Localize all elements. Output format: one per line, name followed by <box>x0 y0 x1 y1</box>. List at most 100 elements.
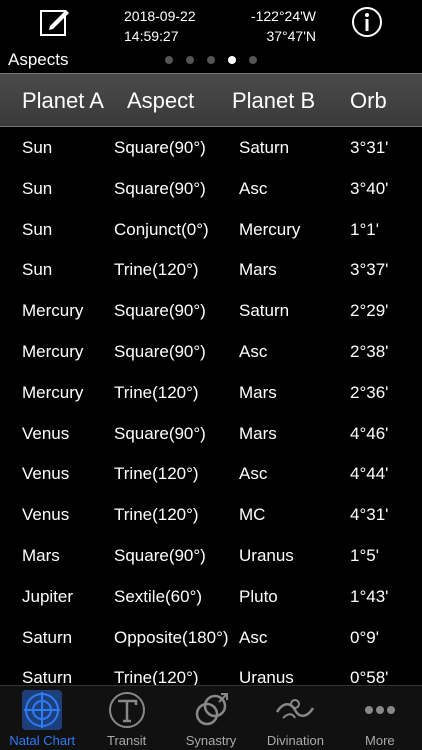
tab-more[interactable]: More <box>338 686 422 750</box>
header-orb: Orb <box>350 88 387 113</box>
cell-aspect: Square(90°) <box>114 178 206 198</box>
page-dot[interactable] <box>165 56 173 64</box>
cell-aspect: Opposite(180°) <box>114 627 229 647</box>
cell-planet-a: Sun <box>22 138 53 157</box>
table-row[interactable]: Sun Trine(120°) Mars 3°37' <box>0 249 422 290</box>
cell-orb: 1°1' <box>350 219 379 239</box>
cell-planet-a: Mercury <box>22 382 84 402</box>
cell-planet-b: Uranus <box>239 545 294 565</box>
cell-orb: 0°58' <box>350 668 389 685</box>
cell-orb: 1°5' <box>350 545 379 565</box>
cell-aspect: Square(90°) <box>114 138 206 157</box>
cell-planet-a: Mercury <box>22 301 84 321</box>
info-icon <box>352 7 382 37</box>
table-row[interactable]: Venus Trine(120°) MC 4°31' <box>0 494 422 535</box>
aspects-table[interactable]: Sun Square(90°) Saturn 3°31' Sun Square(90°) A… <box>0 127 422 685</box>
cell-planet-a: Mars <box>22 545 60 565</box>
tab-synastry[interactable]: Synastry <box>169 686 253 750</box>
table-row[interactable]: Mercury Trine(120°) Mars 2°36' <box>0 372 422 413</box>
page-indicator[interactable] <box>165 56 257 64</box>
cell-planet-a: Sun <box>22 260 53 280</box>
table-row[interactable]: Jupiter Sextile(60°) Pluto 1°43' <box>0 576 422 617</box>
date-text: 2018-09-22 <box>124 8 196 24</box>
cell-planet-a: Saturn <box>22 668 73 685</box>
cell-aspect: Trine(120°) <box>114 505 199 525</box>
cell-planet-b: Uranus <box>239 668 294 685</box>
tab-natal-chart[interactable]: Natal Chart <box>0 686 84 750</box>
cell-planet-a: Venus <box>22 423 70 443</box>
table-row[interactable]: Sun Conjunct(0°) Mercury 1°1' <box>0 209 422 250</box>
cell-orb: 4°46' <box>350 423 389 443</box>
cell-planet-b: Pluto <box>239 586 278 606</box>
latitude-text: 37°47'N <box>266 28 316 44</box>
more-icon <box>364 706 395 714</box>
table-row[interactable]: Venus Trine(120°) Asc 4°44' <box>0 453 422 494</box>
cell-aspect: Trine(120°) <box>114 668 199 685</box>
transit-icon <box>108 692 145 728</box>
cell-orb: 0°9' <box>350 627 379 647</box>
header-planet-b: Planet B <box>232 88 316 113</box>
cell-planet-a: Mercury <box>22 341 84 361</box>
cell-planet-a: Saturn <box>22 627 73 647</box>
cell-planet-a: Venus <box>22 464 70 484</box>
edit-icon <box>40 10 69 36</box>
table-row[interactable]: Mars Square(90°) Uranus 1°5' <box>0 535 422 576</box>
section-title: Aspects <box>8 50 69 69</box>
natal-chart-icon <box>22 690 63 730</box>
table-row[interactable]: Saturn Trine(120°) Uranus 0°58' <box>0 657 422 685</box>
coordinates: -122°24'W 37°47'N <box>251 6 316 46</box>
table-row[interactable]: Sun Square(90°) Saturn 3°31' <box>0 127 422 168</box>
table-row[interactable]: Mercury Square(90°) Asc 2°38' <box>0 331 422 372</box>
cell-aspect: Square(90°) <box>114 341 206 361</box>
cell-aspect: Square(90°) <box>114 301 206 321</box>
cell-planet-b: Asc <box>239 178 268 198</box>
edit-button[interactable] <box>38 5 72 39</box>
cell-planet-b: Asc <box>239 341 268 361</box>
page-dot[interactable] <box>207 56 215 64</box>
cell-aspect: Square(90°) <box>114 423 206 443</box>
page-dot[interactable] <box>228 56 236 64</box>
cell-orb: 1°43' <box>350 586 389 606</box>
cell-aspect: Sextile(60°) <box>114 586 203 606</box>
cell-planet-b: Mars <box>239 260 277 280</box>
header-planet-a: Planet A <box>22 88 104 113</box>
table-row[interactable]: Sun Square(90°) Asc 3°40' <box>0 168 422 209</box>
tab-divination[interactable]: Divination <box>253 686 337 750</box>
cell-orb: 3°31' <box>350 138 389 157</box>
cell-aspect: Trine(120°) <box>114 260 199 280</box>
tab-label: More <box>365 733 395 748</box>
cell-planet-a: Jupiter <box>22 586 74 606</box>
cell-planet-b: Asc <box>239 464 268 484</box>
time-text: 14:59:27 <box>124 28 179 44</box>
page-dot[interactable] <box>249 56 257 64</box>
cell-planet-a: Sun <box>22 178 53 198</box>
cell-aspect: Trine(120°) <box>114 464 199 484</box>
tab-label: Transit <box>106 733 147 748</box>
cell-planet-b: Mars <box>239 423 277 443</box>
cell-orb: 3°37' <box>350 260 389 280</box>
tab-transit[interactable]: Transit <box>84 686 168 750</box>
cell-planet-b: Saturn <box>239 138 290 157</box>
cell-planet-b: Mars <box>239 382 277 402</box>
divination-icon <box>276 699 315 719</box>
cell-orb: 3°40' <box>350 178 389 198</box>
header-aspect: Aspect <box>127 88 195 113</box>
cell-planet-a: Sun <box>22 219 53 239</box>
cell-aspect: Conjunct(0°) <box>114 219 209 239</box>
table-row[interactable]: Venus Square(90°) Mars 4°46' <box>0 413 422 454</box>
cell-planet-b: MC <box>239 505 266 525</box>
cell-planet-b: Saturn <box>239 301 290 321</box>
tab-bar: Natal Chart Transit Synastry Divination … <box>0 685 422 750</box>
info-button[interactable] <box>350 5 384 39</box>
longitude-text: -122°24'W <box>250 8 316 24</box>
page-dot[interactable] <box>186 56 194 64</box>
cell-orb: 4°31' <box>350 505 389 525</box>
table-row[interactable]: Saturn Opposite(180°) Asc 0°9' <box>0 617 422 658</box>
cell-planet-a: Venus <box>22 505 70 525</box>
date-time: 2018-09-22 14:59:27 <box>124 6 196 46</box>
table-row[interactable]: Mercury Square(90°) Saturn 2°29' <box>0 290 422 331</box>
cell-orb: 2°36' <box>350 382 389 402</box>
cell-planet-b: Mercury <box>239 219 301 239</box>
cell-orb: 4°44' <box>350 464 389 484</box>
synastry-icon <box>195 693 229 726</box>
